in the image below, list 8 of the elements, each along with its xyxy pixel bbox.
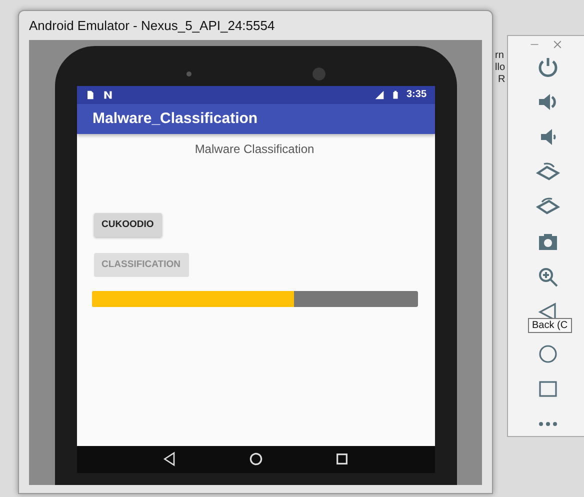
- clock: 3:35: [406, 88, 426, 102]
- window-title: Android Emulator - Nexus_5_API_24:5554: [28, 17, 276, 35]
- tooltip: Back (C: [528, 318, 572, 333]
- app-bar-title: Malware_Classification: [76, 104, 434, 134]
- heading: Malware Classification: [194, 140, 316, 158]
- background-text: llo: [495, 62, 506, 74]
- background-text: rn: [495, 50, 505, 62]
- background-text: R: [498, 74, 506, 86]
